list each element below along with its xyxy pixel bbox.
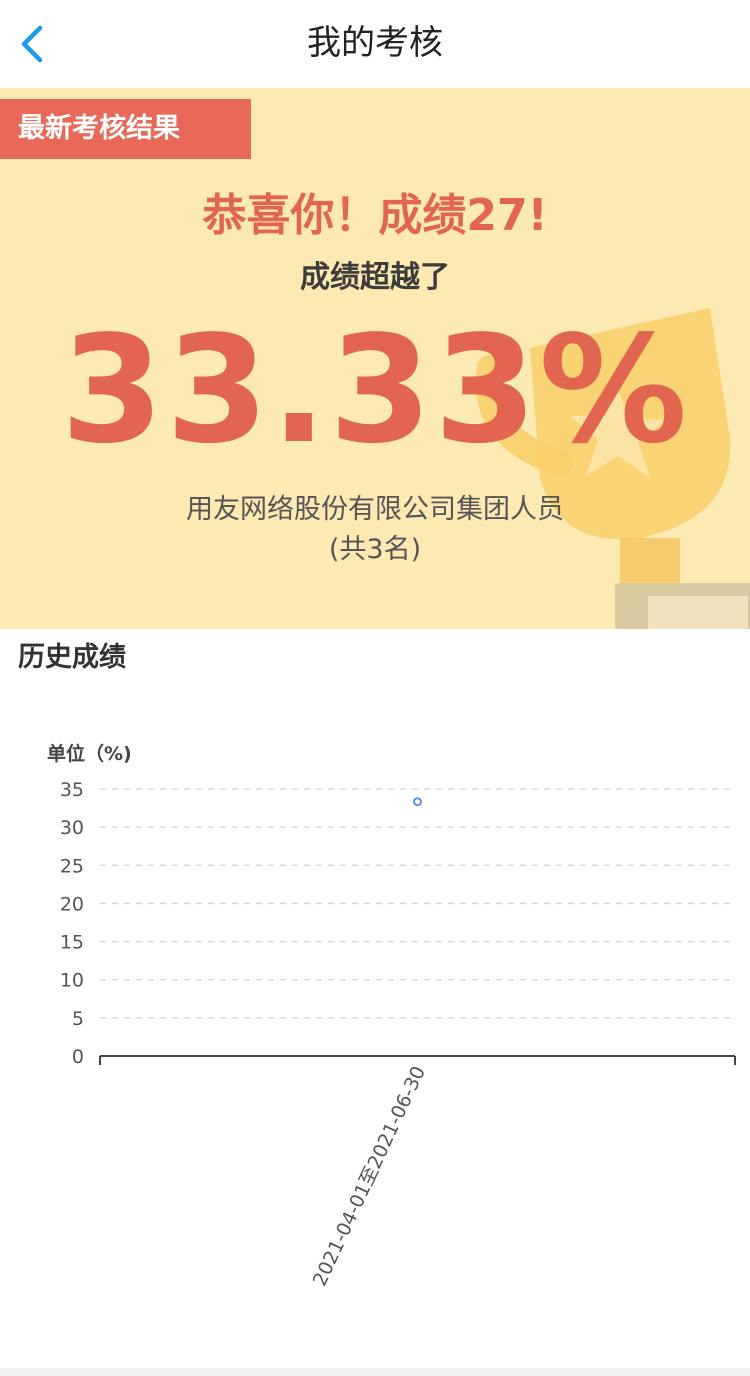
y-tick-label: 10 [60, 970, 84, 992]
history-chart: 单位（%) 0 5 10 15 20 25 30 35 2021-04-01至2021-06-… [47, 742, 736, 1290]
y-tick-label: 25 [60, 855, 84, 877]
organization-name: 用友网络股份有限公司集团人员 [186, 494, 564, 525]
y-tick-label: 5 [72, 1008, 84, 1030]
nav-bar: 我的考核 [0, 0, 750, 88]
data-point[interactable] [413, 797, 422, 807]
beyond-label: 成绩超越了 [300, 260, 450, 295]
chart-y-axis-label: 单位（%) [47, 742, 132, 765]
percentile-value: 33.33% [60, 304, 690, 476]
bottom-divider [0, 1368, 750, 1376]
congrats-message: 恭喜你！成绩27! [202, 190, 548, 241]
y-tick-label: 15 [60, 932, 84, 954]
y-tick-label: 30 [60, 817, 84, 839]
history-section-title: 历史成绩 [18, 642, 126, 673]
member-count: (共3名) [328, 534, 422, 565]
y-tick-label: 35 [60, 779, 84, 801]
page-title: 我的考核 [307, 23, 443, 63]
x-tick-label: 2021-04-01至2021-06-30 [309, 1063, 430, 1290]
y-tick-label: 0 [72, 1046, 84, 1068]
latest-result-tag: 最新考核结果 [0, 99, 251, 159]
latest-result-panel: 最新考核结果 恭喜你！成绩27! 成绩超越了 33.33% 用友网络股份有限公司… [0, 88, 750, 629]
y-tick-label: 20 [60, 893, 84, 915]
